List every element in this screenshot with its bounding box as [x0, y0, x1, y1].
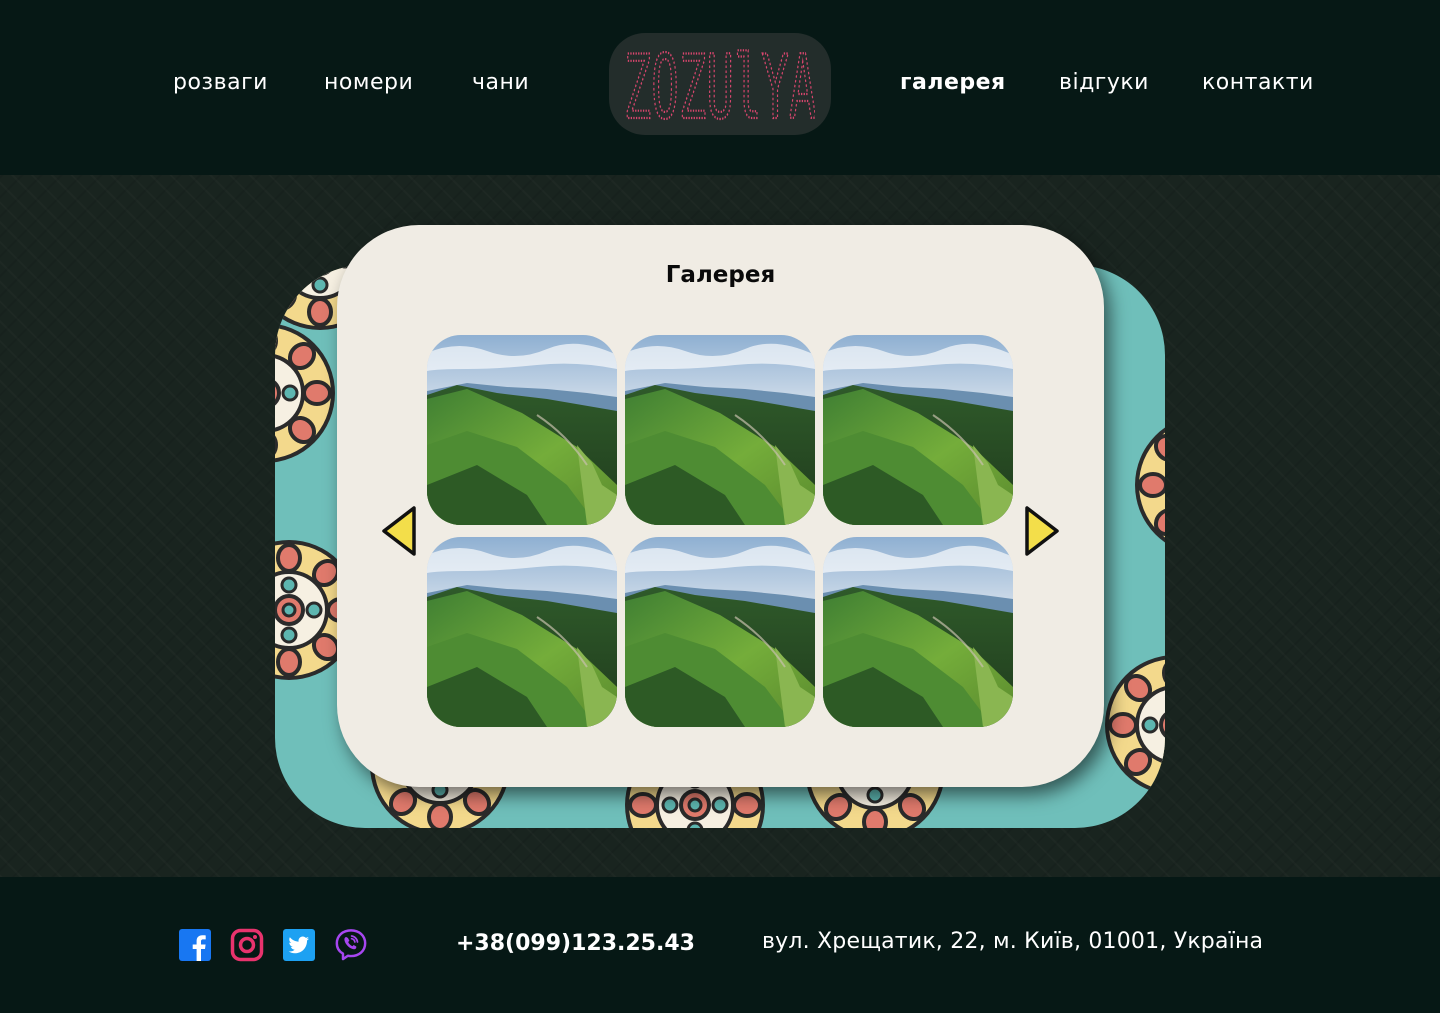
svg-text:ZOZUlYA: ZOZUlYA — [625, 38, 815, 130]
nav-item-vidhuky[interactable]: відгуки — [1059, 70, 1149, 95]
mountain-photo-image — [823, 335, 1013, 525]
facebook-icon[interactable] — [178, 928, 212, 962]
mountain-photo-image — [625, 335, 815, 525]
address-text: вул. Хрещатик, 22, м. Київ, 01001, Украї… — [762, 929, 1264, 954]
instagram-icon[interactable] — [230, 928, 264, 962]
nav-item-halereia[interactable]: галерея — [900, 70, 1006, 95]
twitter-icon[interactable] — [282, 928, 316, 962]
nav-item-kontakty[interactable]: контакти — [1202, 70, 1314, 95]
logo[interactable]: ZOZUlYA — [609, 33, 831, 135]
triangle-left-icon[interactable] — [380, 505, 418, 557]
mountain-photo-image — [427, 537, 617, 727]
gallery-photo-4[interactable] — [427, 537, 617, 727]
logo-wordmark: ZOZUlYA — [625, 38, 815, 130]
nav-item-rozvahy[interactable]: розваги — [173, 70, 268, 95]
gallery-photo-5[interactable] — [625, 537, 815, 727]
nav-item-nomery[interactable]: номери — [324, 70, 413, 95]
gallery-title: Галерея — [665, 262, 776, 288]
mountain-photo-image — [427, 335, 617, 525]
mountain-photo-image — [625, 537, 815, 727]
gallery-photo-1[interactable] — [427, 335, 617, 525]
viber-icon[interactable] — [334, 928, 368, 962]
gallery-photo-3[interactable] — [823, 335, 1013, 525]
mountain-photo-image — [823, 537, 1013, 727]
triangle-right-icon[interactable] — [1023, 505, 1061, 557]
gallery-photo-6[interactable] — [823, 537, 1013, 727]
gallery-photo-2[interactable] — [625, 335, 815, 525]
phone-number[interactable]: +38(099)123.25.43 — [456, 931, 695, 956]
nav-item-chany[interactable]: чани — [472, 70, 529, 95]
